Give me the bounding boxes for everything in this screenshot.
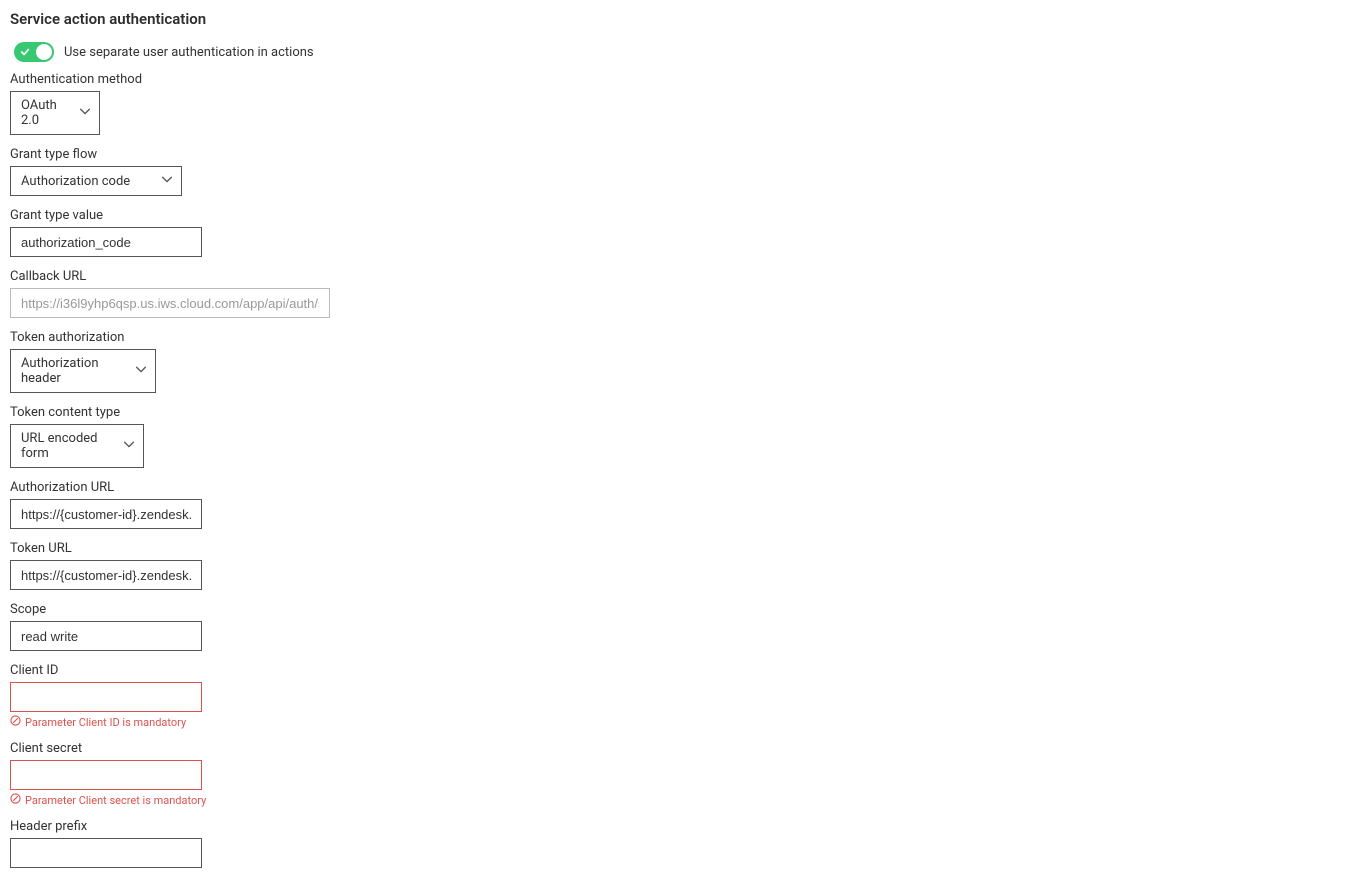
field-token-url: Token URL: [10, 541, 1341, 590]
scope-label: Scope: [10, 602, 1341, 617]
client-secret-error: Parameter Client secret is mandatory: [10, 793, 1341, 807]
client-id-error-text: Parameter Client ID is mandatory: [25, 716, 186, 729]
client-secret-error-text: Parameter Client secret is mandatory: [25, 794, 206, 807]
grant-type-flow-label: Grant type flow: [10, 147, 1341, 162]
field-header-prefix: Header prefix: [10, 819, 1341, 868]
callback-url-input: [10, 288, 330, 318]
token-content-type-select[interactable]: URL encoded form: [10, 424, 144, 468]
toggle-knob: [36, 44, 52, 60]
field-grant-type-value: Grant type value: [10, 208, 1341, 257]
field-callback-url: Callback URL: [10, 269, 1341, 318]
field-authorization-url: Authorization URL: [10, 480, 1341, 529]
section-title: Service action authentication: [10, 10, 1341, 28]
check-icon: [20, 47, 30, 57]
auth-method-label: Authentication method: [10, 72, 1341, 87]
field-client-id: Client ID Parameter Client ID is mandato…: [10, 663, 1341, 729]
client-id-error: Parameter Client ID is mandatory: [10, 715, 1341, 729]
field-token-content-type: Token content type URL encoded form: [10, 405, 1341, 468]
auth-method-select[interactable]: OAuth 2.0: [10, 91, 100, 135]
toggle-row: Use separate user authentication in acti…: [14, 42, 1341, 62]
token-authorization-label: Token authorization: [10, 330, 1341, 345]
error-icon: [10, 715, 21, 729]
token-url-label: Token URL: [10, 541, 1341, 556]
grant-type-flow-select[interactable]: Authorization code: [10, 166, 182, 196]
token-url-input[interactable]: [10, 560, 202, 590]
grant-type-flow-value: Authorization code: [21, 174, 130, 189]
field-scope: Scope: [10, 602, 1341, 651]
token-authorization-value: Authorization header: [21, 356, 125, 386]
authorization-url-input[interactable]: [10, 499, 202, 529]
separate-auth-toggle[interactable]: [14, 42, 54, 62]
field-client-secret: Client secret Parameter Client secret is…: [10, 741, 1341, 807]
token-content-type-label: Token content type: [10, 405, 1341, 420]
toggle-label: Use separate user authentication in acti…: [64, 45, 314, 60]
client-secret-input[interactable]: [10, 760, 202, 790]
field-token-authorization: Token authorization Authorization header: [10, 330, 1341, 393]
grant-type-value-label: Grant type value: [10, 208, 1341, 223]
token-authorization-select[interactable]: Authorization header: [10, 349, 156, 393]
callback-url-label: Callback URL: [10, 269, 1341, 284]
field-auth-method: Authentication method OAuth 2.0: [10, 72, 1341, 135]
error-icon: [10, 793, 21, 807]
field-grant-type-flow: Grant type flow Authorization code: [10, 147, 1341, 196]
client-id-input[interactable]: [10, 682, 202, 712]
auth-method-value: OAuth 2.0: [21, 98, 69, 128]
client-id-label: Client ID: [10, 663, 1341, 678]
token-content-type-value: URL encoded form: [21, 431, 113, 461]
grant-type-value-input[interactable]: [10, 227, 202, 257]
scope-input[interactable]: [10, 621, 202, 651]
client-secret-label: Client secret: [10, 741, 1341, 756]
authorization-url-label: Authorization URL: [10, 480, 1341, 495]
header-prefix-input[interactable]: [10, 838, 202, 868]
header-prefix-label: Header prefix: [10, 819, 1341, 834]
